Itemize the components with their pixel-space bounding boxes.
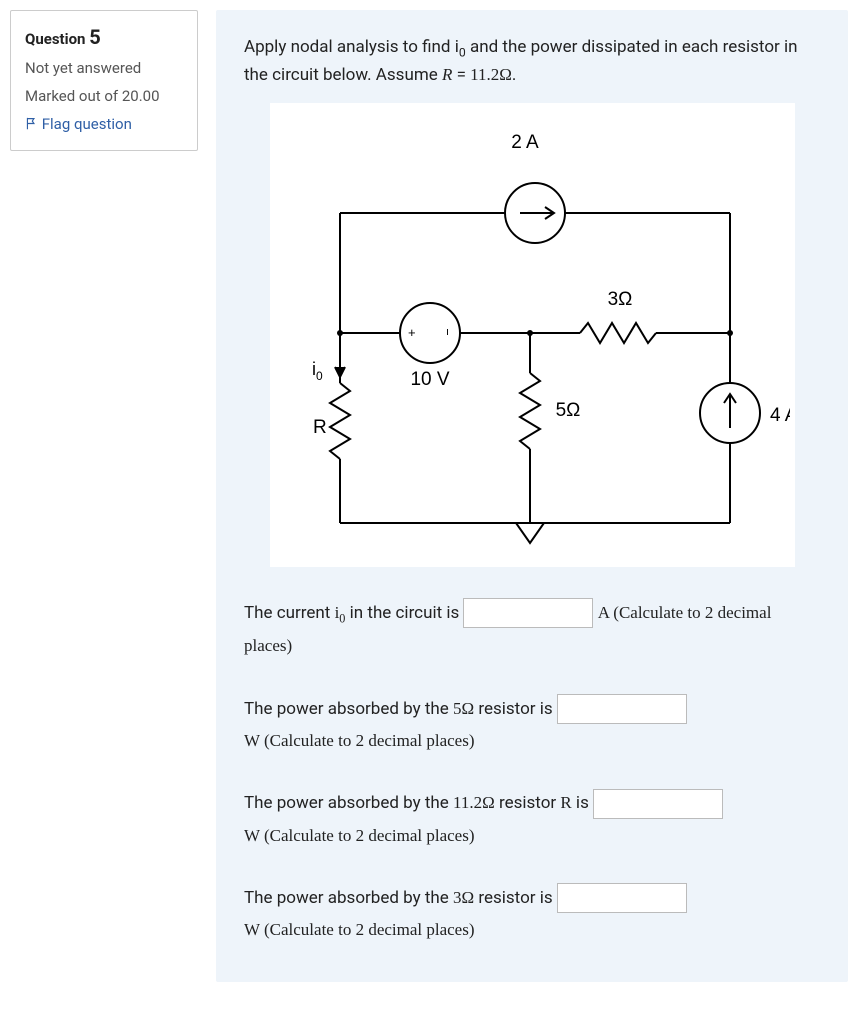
question-label: Question: [25, 30, 85, 48]
ans3-mid2: is: [572, 793, 593, 813]
ans3-ohm: Ω: [482, 793, 495, 812]
flag-question-link[interactable]: Flag question: [25, 115, 183, 134]
ans3-val: 11.2: [453, 793, 482, 812]
ans3-pre: The power absorbed by the: [244, 793, 453, 813]
label-4A: 4 A: [770, 405, 790, 426]
prompt-R-sym: R: [442, 65, 452, 84]
question-status: Not yet answered: [25, 59, 183, 77]
label-i0: i0: [312, 359, 323, 383]
vsrc-plus: +: [408, 325, 416, 340]
question-number: 5: [89, 25, 100, 49]
prompt-text-a: Apply nodal analysis to find i: [244, 37, 459, 57]
ans2-ohm: Ω: [462, 699, 475, 718]
answer-4: The power absorbed by the 3Ω resistor is…: [244, 882, 820, 947]
question-marks: Marked out of 20.00: [25, 87, 183, 105]
question-prompt: Apply nodal analysis to find i0 and the …: [244, 34, 820, 89]
flag-question-text: Flag question: [42, 115, 132, 133]
label-3ohm: 3Ω: [607, 289, 632, 310]
ans3-R: R: [560, 793, 571, 812]
ans4-mid: resistor is: [474, 888, 557, 908]
prompt-ohm: Ω: [499, 65, 512, 84]
ans3-tail: W (Calculate to 2 decimal places): [244, 826, 475, 845]
ans4-pre: The power absorbed by the: [244, 888, 453, 908]
ans2-val: 5: [453, 699, 462, 718]
answer-1: The current i0 in the circuit is A (Calc…: [244, 597, 820, 663]
ans1-mid: in the circuit is: [345, 603, 463, 623]
ans1-input[interactable]: [463, 598, 593, 628]
ans1-pre: The current: [244, 603, 335, 623]
ans4-input[interactable]: [557, 883, 687, 913]
ans3-mid: resistor: [495, 793, 561, 813]
ans2-pre: The power absorbed by the: [244, 699, 453, 719]
question-content-panel: Apply nodal analysis to find i0 and the …: [216, 10, 848, 982]
ans3-input[interactable]: [593, 789, 723, 819]
answer-2: The power absorbed by the 5Ω resistor is…: [244, 693, 820, 758]
label-2A: 2 A: [511, 132, 539, 153]
label-10V: 10 V: [410, 369, 449, 390]
ans4-val: 3: [453, 888, 462, 907]
ans2-input[interactable]: [557, 694, 687, 724]
prompt-R-val: 11.2: [470, 65, 499, 84]
prompt-eq: =: [452, 65, 470, 85]
ans4-ohm: Ω: [462, 888, 475, 907]
ans2-mid: resistor is: [474, 699, 557, 719]
label-5ohm: 5Ω: [555, 400, 580, 421]
prompt-sub0: 0: [459, 45, 466, 59]
ans2-tail: W (Calculate to 2 decimal places): [244, 731, 475, 750]
question-info-panel: Question 5 Not yet answered Marked out o…: [10, 10, 198, 151]
vsrc-minus: ı: [446, 326, 449, 338]
answer-3: The power absorbed by the 11.2Ω resistor…: [244, 787, 820, 852]
ans4-tail: W (Calculate to 2 decimal places): [244, 920, 475, 939]
prompt-period: .: [512, 65, 516, 85]
circuit-diagram: + ı 2 A 10 V 3Ω 5Ω R i0 4 A: [270, 103, 795, 567]
question-heading: Question 5: [25, 25, 183, 49]
flag-icon: [25, 116, 38, 134]
label-R: R: [313, 417, 327, 438]
